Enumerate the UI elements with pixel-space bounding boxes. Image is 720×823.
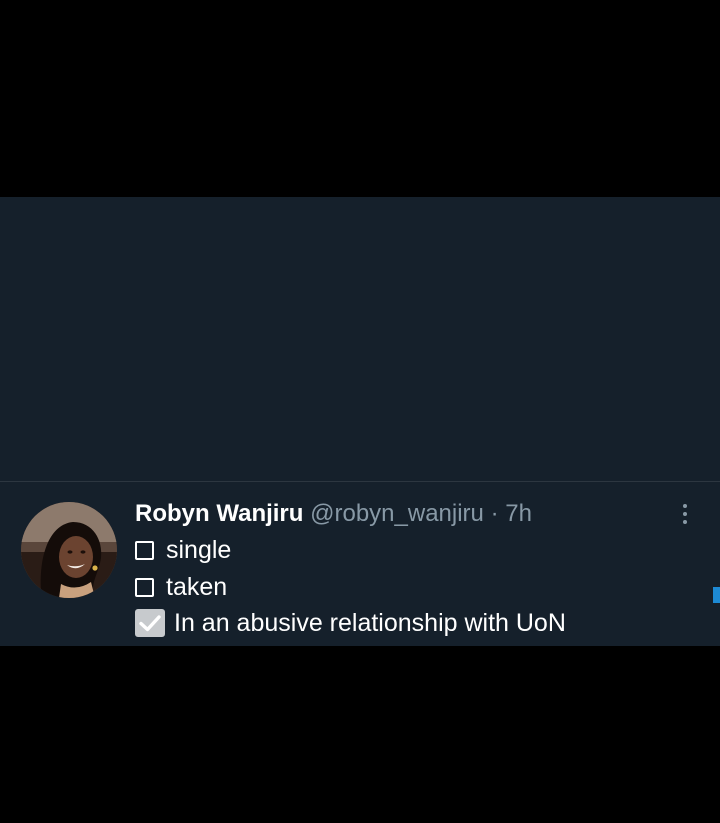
- avatar-photo-icon: [21, 502, 117, 598]
- option-label: single: [166, 535, 232, 564]
- empty-checkbox-icon: [135, 577, 154, 597]
- screenshot: Robyn Wanjiru @robyn_wanjiru · 7h single…: [0, 0, 720, 823]
- empty-checkbox-icon: [135, 540, 154, 560]
- avatar[interactable]: [21, 502, 117, 598]
- tweet-header: Robyn Wanjiru @robyn_wanjiru · 7h: [135, 499, 532, 529]
- tweet-text-line: taken: [135, 571, 227, 603]
- separator: ·: [490, 500, 499, 527]
- tweet[interactable]: Robyn Wanjiru @robyn_wanjiru · 7h single…: [0, 482, 720, 646]
- handle[interactable]: @robyn_wanjiru: [310, 500, 484, 527]
- option-label: In an abusive relationship with UoN: [174, 608, 566, 637]
- scroll-indicator[interactable]: [713, 587, 720, 603]
- option-label: taken: [166, 572, 228, 601]
- display-name[interactable]: Robyn Wanjiru: [135, 500, 303, 527]
- timestamp[interactable]: 7h: [505, 500, 532, 527]
- timeline: Robyn Wanjiru @robyn_wanjiru · 7h single…: [0, 197, 720, 646]
- checked-checkbox-icon: [135, 609, 165, 637]
- tweet-text-line: In an abusive relationship with UoN: [135, 607, 566, 639]
- more-vertical-icon[interactable]: [677, 499, 693, 529]
- tweet-text-line: single: [135, 534, 231, 566]
